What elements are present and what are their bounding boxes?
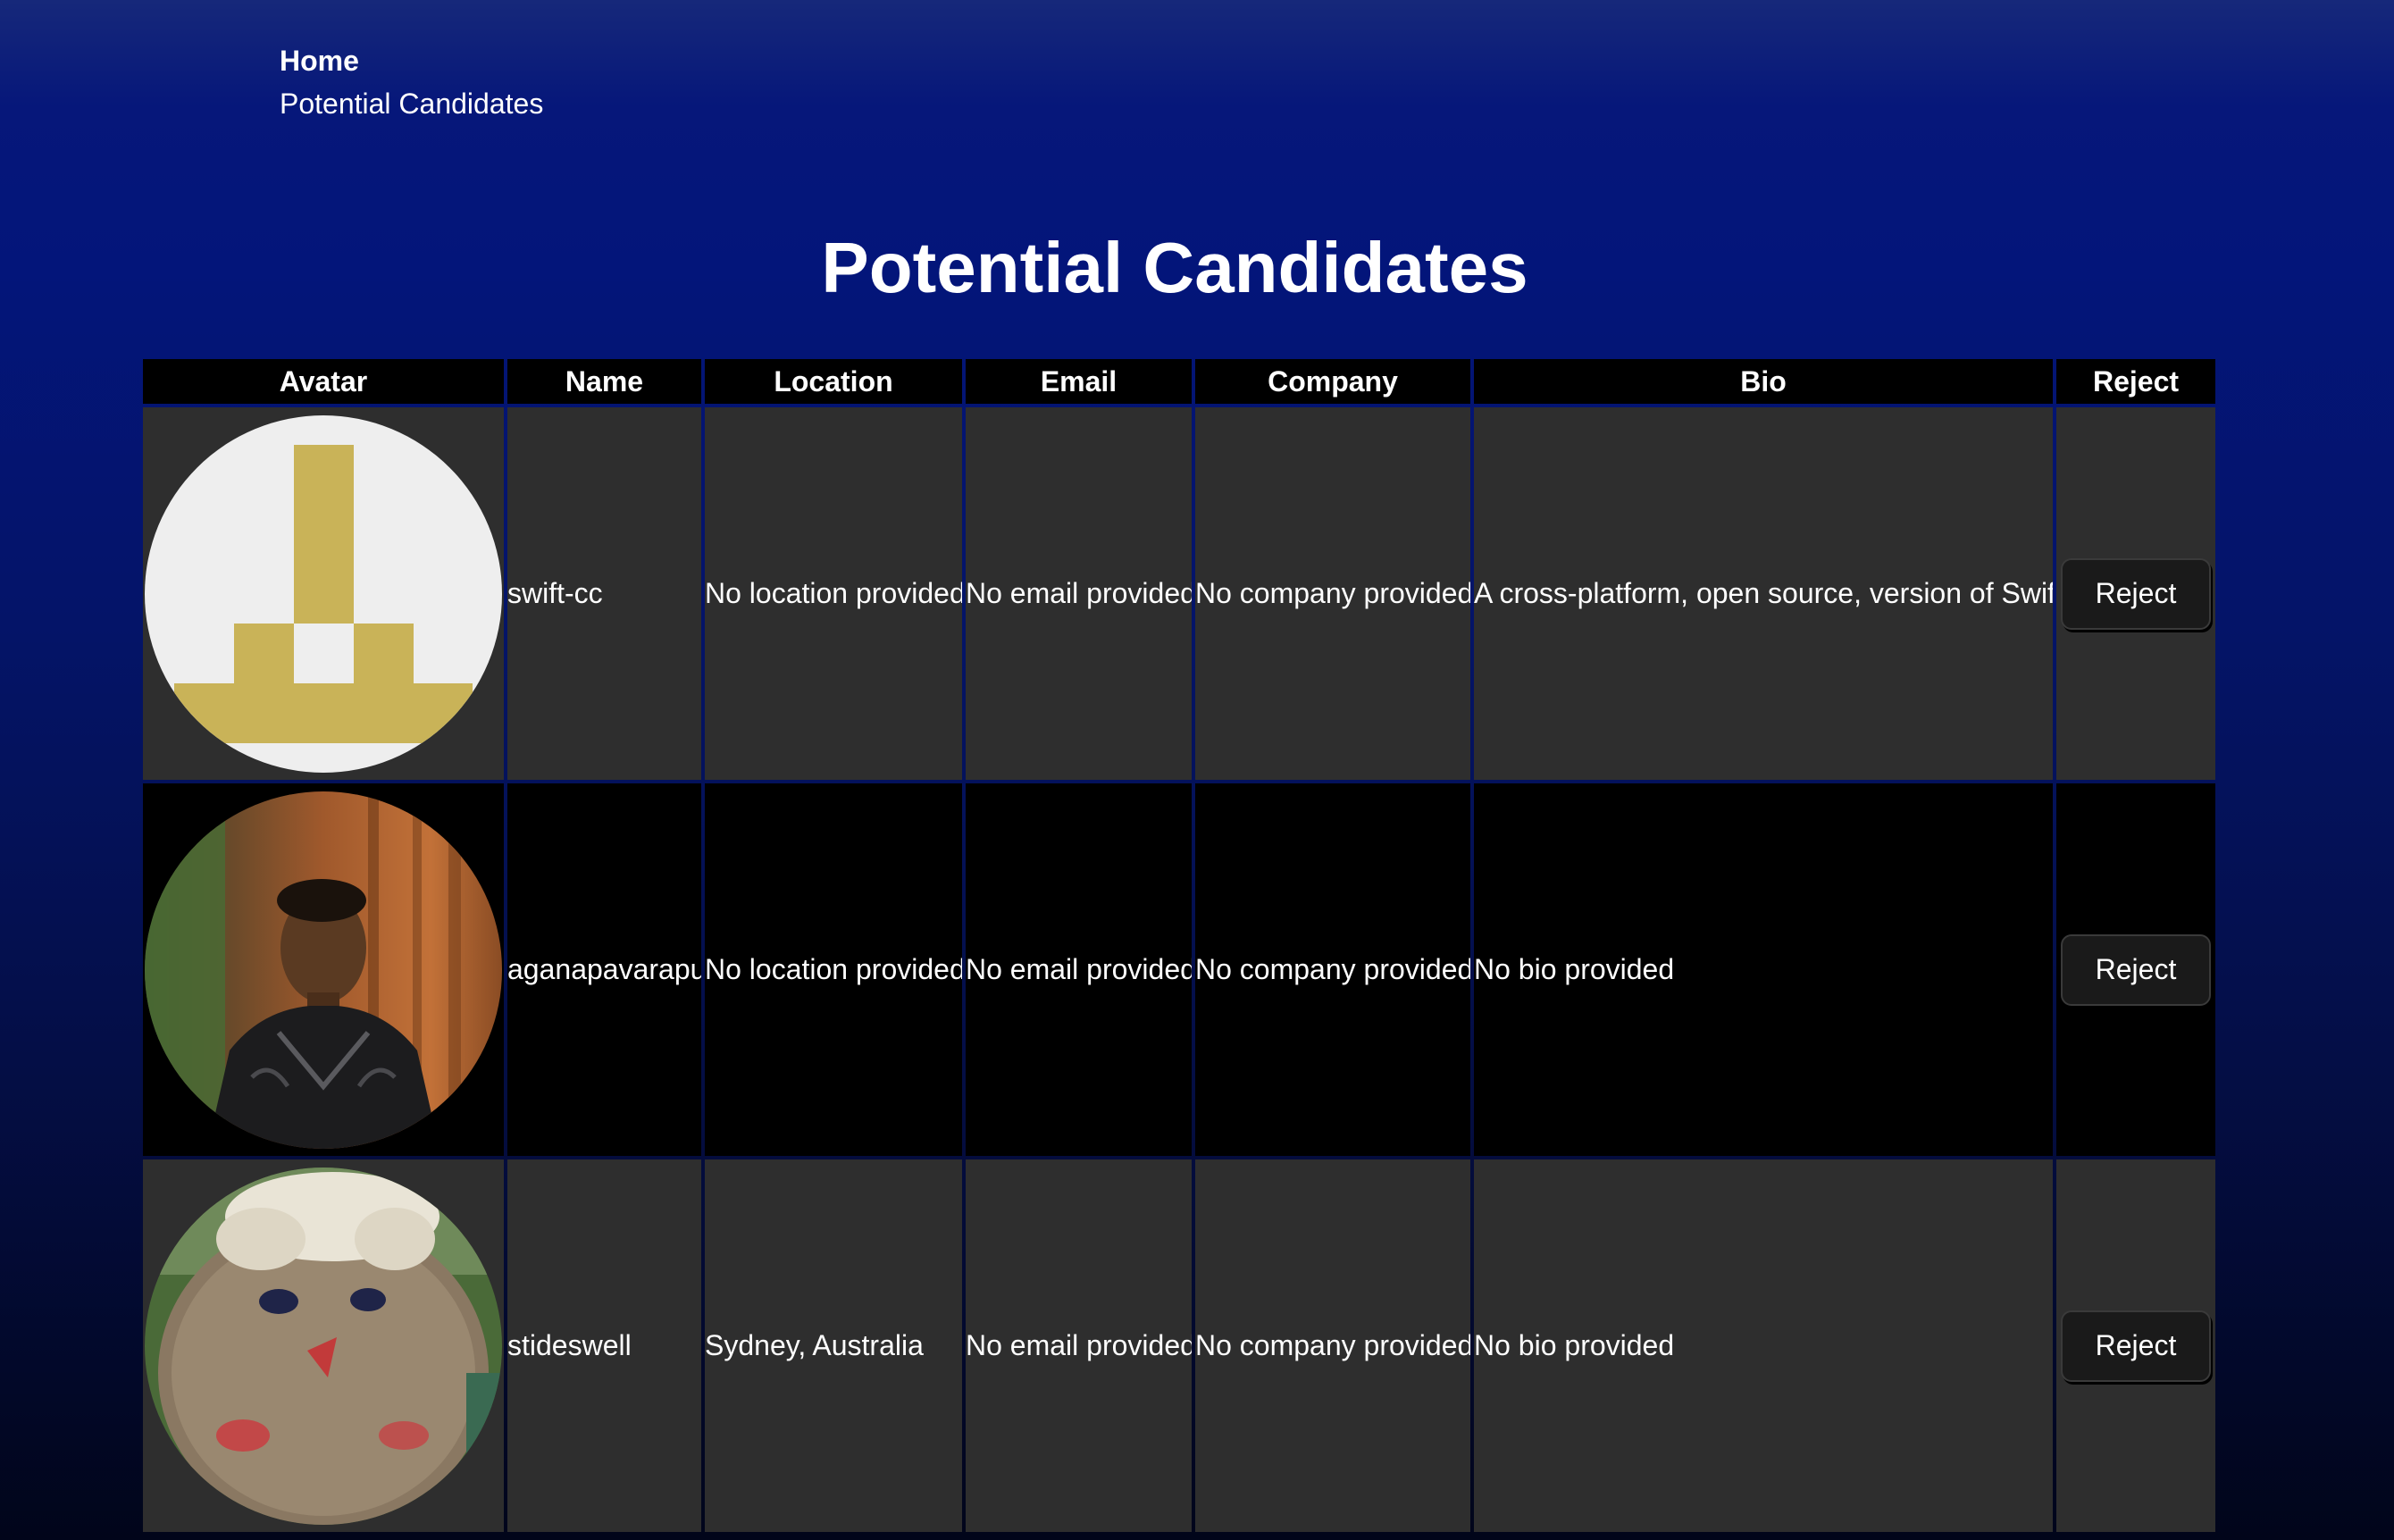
- page-title: Potential Candidates: [821, 228, 1528, 307]
- reject-button[interactable]: Reject: [2061, 557, 2211, 630]
- name-cell: aganapavarapu: [507, 783, 701, 1156]
- header-company: Company: [1195, 359, 1470, 404]
- location-cell: No location provided: [705, 783, 962, 1156]
- reject-button[interactable]: Reject: [2061, 1310, 2211, 1382]
- nav-home-link[interactable]: Home: [280, 39, 543, 82]
- reject-cell: Reject: [2056, 407, 2215, 780]
- header-avatar: Avatar: [143, 359, 504, 404]
- header-location: Location: [705, 359, 962, 404]
- photo-avatar-icon: [145, 791, 502, 1149]
- reject-cell: Reject: [2056, 783, 2215, 1156]
- email-cell: No email provided: [966, 1159, 1192, 1532]
- table-row: aganapavarapu No location provided No em…: [143, 783, 2215, 1156]
- bio-cell: No bio provided: [1474, 1159, 2053, 1532]
- company-cell: No company provided: [1195, 1159, 1470, 1532]
- avatar-cell: [143, 1159, 504, 1532]
- candidates-table: Avatar Name Location Email Company Bio R…: [139, 356, 2219, 1536]
- header-email: Email: [966, 359, 1192, 404]
- avatar-cell: [143, 783, 504, 1156]
- location-cell: No location provided: [705, 407, 962, 780]
- email-cell: No email provided: [966, 407, 1192, 780]
- bio-cell: No bio provided: [1474, 783, 2053, 1156]
- header-reject: Reject: [2056, 359, 2215, 404]
- name-cell: swift-cc: [507, 407, 701, 780]
- table-row: swift-cc No location provided No email p…: [143, 407, 2215, 780]
- email-cell: No email provided: [966, 783, 1192, 1156]
- reject-button[interactable]: Reject: [2061, 933, 2211, 1006]
- nav-potential-candidates-link[interactable]: Potential Candidates: [280, 82, 543, 125]
- identicon-avatar-icon: [145, 414, 502, 773]
- breadcrumb-nav: Home Potential Candidates: [280, 39, 543, 125]
- table-row: stideswell Sydney, Australia No email pr…: [143, 1159, 2215, 1532]
- company-cell: No company provided: [1195, 783, 1470, 1156]
- avatar-cell: [143, 407, 504, 780]
- bio-cell: A cross-platform, open source, version o…: [1474, 407, 2053, 780]
- table-header-row: Avatar Name Location Email Company Bio R…: [143, 359, 2215, 404]
- location-cell: Sydney, Australia: [705, 1159, 962, 1532]
- photo-avatar-icon: [145, 1167, 502, 1525]
- name-cell: stideswell: [507, 1159, 701, 1532]
- header-name: Name: [507, 359, 701, 404]
- company-cell: No company provided: [1195, 407, 1470, 780]
- reject-cell: Reject: [2056, 1159, 2215, 1532]
- header-bio: Bio: [1474, 359, 2053, 404]
